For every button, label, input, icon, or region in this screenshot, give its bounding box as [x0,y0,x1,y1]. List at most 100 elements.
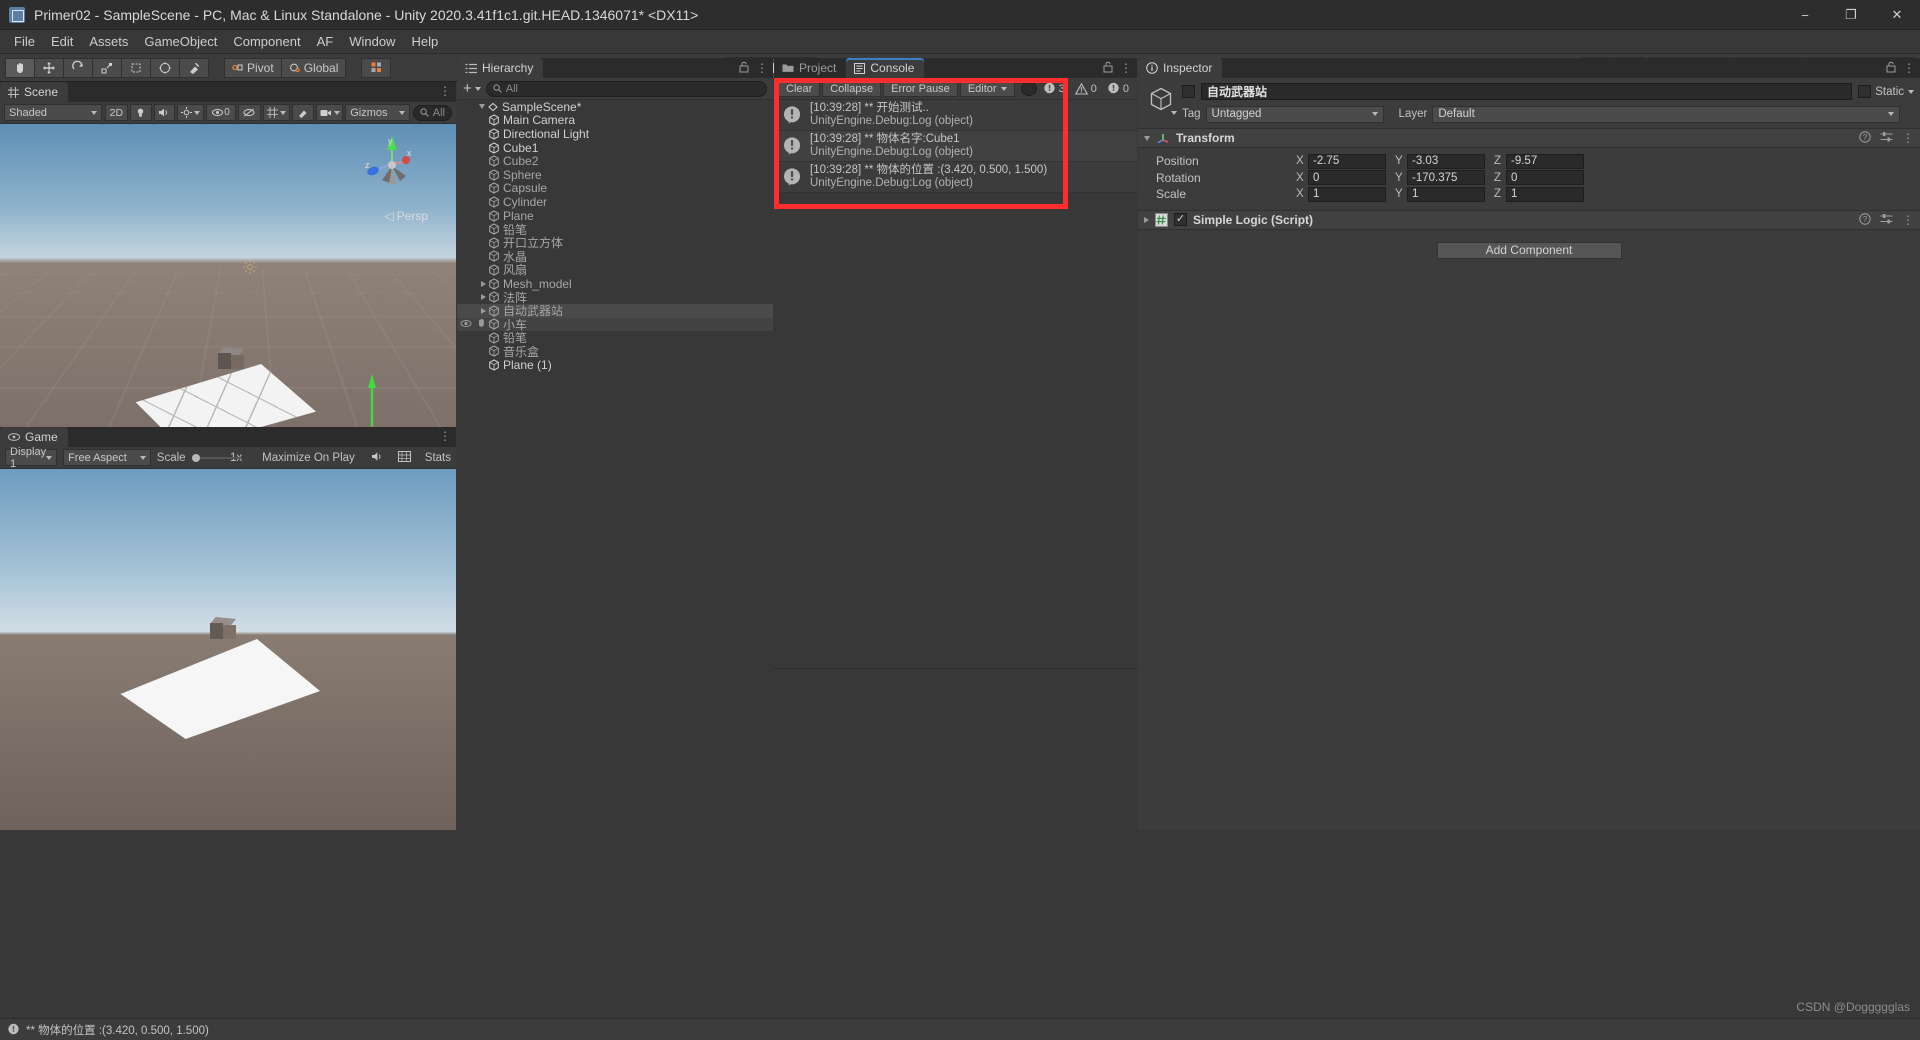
menu-assets[interactable]: Assets [81,31,136,53]
rotation-y-field[interactable]: Y -170.375 [1395,170,1485,186]
scale-x-field[interactable]: X 1 [1296,186,1386,202]
tab-project[interactable]: Project [774,58,847,78]
position-y-value[interactable]: -3.03 [1407,153,1485,169]
grid-snap-button[interactable] [361,57,392,78]
hierarchy-item[interactable]: Sphere [457,168,773,182]
menu-component[interactable]: Component [225,31,308,53]
scale-z-value[interactable]: 1 [1506,186,1584,202]
hierarchy-item[interactable]: SampleScene* [457,100,773,114]
console-log-list[interactable]: [10:39:28] ** 开始测试.. UnityEngine.Debug:Lo… [774,100,1137,668]
hierarchy-item[interactable]: 音乐盒 [457,345,773,359]
inspector-menu-icon[interactable]: ⋮ [1903,62,1915,74]
tab-game[interactable]: Game [0,427,68,447]
maximize-on-play-toggle[interactable]: Maximize On Play [262,452,355,464]
console-log-entry[interactable]: [10:39:28] ** 物体名字:Cube1 UnityEngine.Debu… [774,131,1137,162]
hierarchy-search-input[interactable]: All [485,80,767,97]
log-counter[interactable]: 3 [1039,82,1069,95]
hand-icon[interactable] [476,317,487,331]
scene-menu-icon[interactable]: ⋮ [439,85,451,97]
2d-toggle-button[interactable]: 2D [104,104,129,121]
hierarchy-item[interactable]: Cube2 [457,154,773,168]
lock-icon[interactable] [1886,61,1896,75]
visibility-controls[interactable] [460,317,487,331]
scale-x-value[interactable]: 1 [1308,186,1386,202]
component-menu-icon[interactable]: ⋮ [1902,214,1914,226]
hierarchy-item[interactable]: 风扇 [457,263,773,277]
effects-toggle-dropdown[interactable] [177,104,205,121]
scene-visibility-icon[interactable] [237,104,262,121]
scene-perspective-label[interactable]: ◁ Persp [384,209,428,223]
menu-help[interactable]: Help [403,31,446,53]
error-counter[interactable]: 0 [1103,82,1133,95]
scene-camera-dropdown[interactable] [315,104,344,121]
position-x-field[interactable]: X -2.75 [1296,153,1386,169]
chevron-right-icon[interactable] [481,294,486,301]
scale-slider[interactable] [191,452,242,464]
chevron-right-icon[interactable] [1144,216,1149,223]
game-menu-icon[interactable]: ⋮ [439,430,451,442]
preset-icon[interactable] [1880,213,1893,227]
menu-file[interactable]: File [6,31,43,53]
hierarchy-item[interactable]: Capsule [457,181,773,195]
scene-tools-icon[interactable] [292,104,314,121]
menu-window[interactable]: Window [341,31,403,53]
tag-dropdown[interactable]: Untagged [1205,105,1384,123]
move-tool-button[interactable] [34,57,64,78]
hierarchy-item[interactable]: Cube1 [457,141,773,155]
aspect-dropdown[interactable]: Free Aspect [63,449,151,466]
rotation-y-value[interactable]: -170.375 [1407,170,1485,186]
lock-icon[interactable] [739,61,749,75]
menu-edit[interactable]: Edit [43,31,81,53]
audio-toggle-icon[interactable] [153,104,176,121]
collapse-button[interactable]: Collapse [822,80,882,97]
gameobject-active-checkbox[interactable] [1182,85,1195,98]
rotation-x-value[interactable]: 0 [1308,170,1386,186]
transform-tool-button[interactable] [150,57,180,78]
preset-icon[interactable] [1880,131,1893,145]
display-dropdown[interactable]: Display 1 [5,446,58,470]
scene-transform-gizmo[interactable] [290,358,390,427]
add-gameobject-button[interactable]: + [463,80,481,97]
console-menu-icon[interactable]: ⋮ [1120,62,1132,74]
rotation-z-field[interactable]: Z 0 [1494,170,1584,186]
error-pause-button[interactable]: Error Pause [883,80,958,97]
scale-y-field[interactable]: Y 1 [1395,186,1485,202]
console-search-input[interactable] [1020,81,1037,96]
hierarchy-menu-icon[interactable]: ⋮ [756,62,768,74]
help-icon[interactable]: ? [1859,212,1871,227]
scale-y-value[interactable]: 1 [1407,186,1485,202]
minimize-button[interactable]: − [1782,0,1828,30]
tab-console[interactable]: Console [846,58,925,78]
position-z-field[interactable]: Z -9.57 [1494,153,1584,169]
menu-af[interactable]: AF [309,31,342,53]
stats-gizmos-icon[interactable] [397,451,411,464]
chevron-right-icon[interactable] [481,280,486,287]
position-y-field[interactable]: Y -3.03 [1395,153,1485,169]
chevron-down-icon[interactable] [1908,89,1914,94]
clear-button[interactable]: Clear [778,80,821,97]
hand-tool-button[interactable] [5,57,35,78]
lighting-toggle-icon[interactable] [130,104,152,121]
script-component-header[interactable]: Simple Logic (Script) ? ⋮ [1138,209,1920,230]
chevron-down-icon[interactable] [1171,111,1177,115]
help-icon[interactable]: ? [1859,131,1871,145]
hierarchy-item[interactable]: Directional Light [457,127,773,141]
hierarchy-item[interactable]: Main Camera [457,113,773,127]
rotation-x-field[interactable]: X 0 [1296,170,1386,186]
scene-search-input[interactable]: All [412,104,453,121]
hierarchy-tree[interactable]: SampleScene* Main Camera Directional Light… [457,100,773,830]
chevron-right-icon[interactable] [481,307,486,314]
hierarchy-item[interactable]: Plane (1) [457,358,773,372]
component-menu-icon[interactable]: ⋮ [1902,132,1914,144]
game-viewport[interactable] [0,469,456,830]
gizmos-dropdown[interactable]: Gizmos [345,104,410,121]
scene-axis-gizmo[interactable]: y z x [360,134,424,198]
script-enabled-checkbox[interactable] [1174,213,1187,226]
gameobject-name-field[interactable]: 自动武器站 [1201,83,1853,100]
rotation-z-value[interactable]: 0 [1506,170,1584,186]
warning-counter[interactable]: 0 [1071,82,1101,95]
hierarchy-item[interactable]: Cylinder [457,195,773,209]
rotate-tool-button[interactable] [63,57,93,78]
chevron-down-icon[interactable] [479,104,485,110]
maximize-button[interactable]: ❐ [1828,0,1874,30]
